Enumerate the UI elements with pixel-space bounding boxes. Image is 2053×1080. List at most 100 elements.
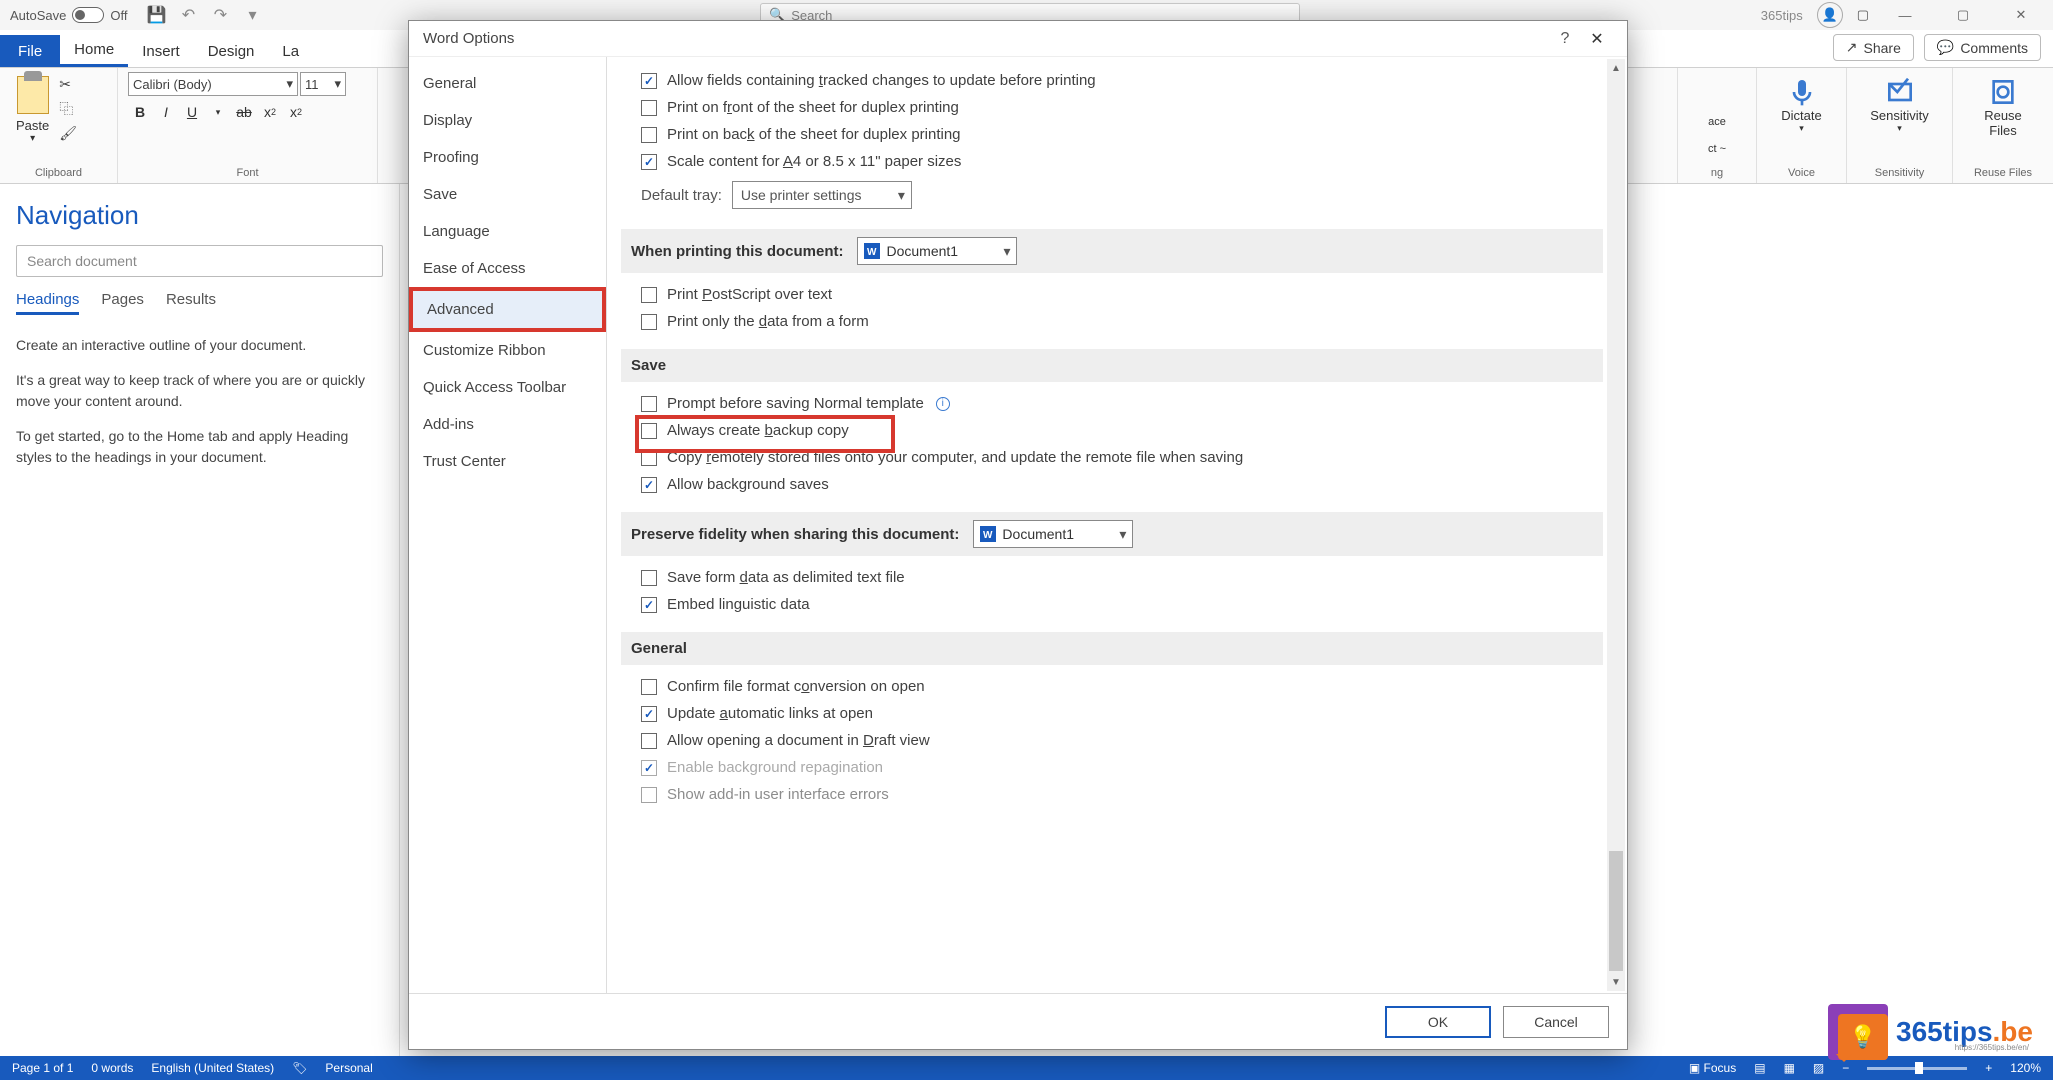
when-printing-doc-select[interactable]: W Document1 bbox=[857, 237, 1017, 265]
checkbox[interactable] bbox=[641, 100, 657, 116]
default-tray-select[interactable]: Use printer settings bbox=[732, 181, 912, 209]
opt-print-back[interactable]: Print on back of the sheet for duplex pr… bbox=[621, 121, 1603, 148]
opt-always-backup[interactable]: Always create backup copy bbox=[621, 417, 1603, 444]
checkbox[interactable] bbox=[641, 423, 657, 439]
nav-tab-results[interactable]: Results bbox=[166, 291, 216, 315]
preserve-doc-select[interactable]: W Document1 bbox=[973, 520, 1133, 548]
nav-proofing[interactable]: Proofing bbox=[409, 139, 606, 176]
share-button[interactable]: ↗Share bbox=[1833, 34, 1914, 61]
toggle-switch[interactable] bbox=[72, 7, 104, 23]
nav-advanced[interactable]: Advanced bbox=[409, 287, 606, 332]
opt-copy-remote[interactable]: Copy remotely stored files onto your com… bbox=[621, 444, 1603, 471]
chevron-down-icon[interactable]: ▾ bbox=[206, 100, 230, 124]
nav-language[interactable]: Language bbox=[409, 213, 606, 250]
checkbox[interactable] bbox=[641, 396, 657, 412]
checkbox[interactable] bbox=[641, 570, 657, 586]
bold-button[interactable]: B bbox=[128, 100, 152, 124]
account-avatar-icon[interactable]: 👤 bbox=[1817, 2, 1843, 28]
opt-background-saves[interactable]: Allow background saves bbox=[621, 471, 1603, 498]
nav-save[interactable]: Save bbox=[409, 176, 606, 213]
opt-confirm-conversion[interactable]: Confirm file format conversion on open bbox=[621, 673, 1603, 700]
nav-trust-center[interactable]: Trust Center bbox=[409, 443, 606, 480]
font-name-select[interactable]: Calibri (Body)▾ bbox=[128, 72, 298, 96]
opt-update-auto-links[interactable]: Update automatic links at open bbox=[621, 700, 1603, 727]
opt-prompt-normal[interactable]: Prompt before saving Normal templatei bbox=[621, 390, 1603, 417]
comments-button[interactable]: 💬Comments bbox=[1924, 34, 2041, 61]
replace-button[interactable]: acect ~ bbox=[1688, 72, 1746, 159]
redo-icon[interactable]: ↷ bbox=[211, 6, 229, 24]
help-button[interactable]: ? bbox=[1549, 30, 1581, 48]
zoom-level[interactable]: 120% bbox=[2010, 1061, 2041, 1075]
focus-button[interactable]: ▣ Focus bbox=[1689, 1061, 1736, 1075]
autosave-toggle[interactable]: AutoSave Off bbox=[10, 7, 127, 23]
nav-quick-access-toolbar[interactable]: Quick Access Toolbar bbox=[409, 369, 606, 406]
ok-button[interactable]: OK bbox=[1385, 1006, 1491, 1038]
tab-insert[interactable]: Insert bbox=[128, 35, 194, 67]
paste-button[interactable]: Paste ▾ bbox=[10, 72, 55, 148]
scroll-up-icon[interactable]: ▲ bbox=[1607, 59, 1625, 77]
opt-draft-view[interactable]: Allow opening a document in Draft view bbox=[621, 727, 1603, 754]
ribbon-mode-icon[interactable]: ▢ bbox=[1857, 7, 1869, 23]
scroll-down-icon[interactable]: ▼ bbox=[1607, 973, 1625, 991]
language-status[interactable]: English (United States) bbox=[151, 1061, 274, 1075]
format-painter-icon[interactable]: 🖌 bbox=[59, 125, 77, 142]
word-count[interactable]: 0 words bbox=[91, 1061, 133, 1075]
scroll-thumb[interactable] bbox=[1609, 851, 1623, 971]
opt-allow-tracked-fields[interactable]: Allow fields containing tracked changes … bbox=[621, 67, 1603, 94]
opt-embed-linguistic[interactable]: Embed linguistic data bbox=[621, 591, 1603, 618]
minimize-button[interactable]: — bbox=[1883, 1, 1927, 29]
checkbox[interactable] bbox=[641, 706, 657, 722]
checkbox[interactable] bbox=[641, 477, 657, 493]
tab-home[interactable]: Home bbox=[60, 35, 128, 67]
superscript-button[interactable]: x2 bbox=[284, 100, 308, 124]
checkbox[interactable] bbox=[641, 127, 657, 143]
scrollbar[interactable]: ▲ ▼ bbox=[1607, 59, 1625, 991]
checkbox[interactable] bbox=[641, 450, 657, 466]
account-label[interactable]: 365tips bbox=[1761, 8, 1803, 23]
checkbox[interactable] bbox=[641, 787, 657, 803]
checkbox[interactable] bbox=[641, 73, 657, 89]
checkbox[interactable] bbox=[641, 154, 657, 170]
underline-button[interactable]: U bbox=[180, 100, 204, 124]
dictate-button[interactable]: Dictate ▾ bbox=[1767, 72, 1836, 138]
close-button[interactable]: ✕ bbox=[1999, 1, 2043, 29]
checkbox[interactable] bbox=[641, 679, 657, 695]
page-status[interactable]: Page 1 of 1 bbox=[12, 1061, 73, 1075]
undo-icon[interactable]: ↶ bbox=[179, 6, 197, 24]
opt-addin-errors[interactable]: Show add-in user interface errors bbox=[621, 781, 1603, 808]
maximize-button[interactable]: ▢ bbox=[1941, 1, 1985, 29]
cut-icon[interactable]: ✂ bbox=[59, 76, 77, 93]
nav-general[interactable]: General bbox=[409, 65, 606, 102]
info-icon[interactable]: i bbox=[936, 397, 950, 411]
save-icon[interactable]: 💾 bbox=[147, 6, 165, 24]
copy-icon[interactable]: ⿻ bbox=[59, 99, 77, 119]
navigation-search-input[interactable]: Search document bbox=[16, 245, 383, 277]
checkbox[interactable] bbox=[641, 287, 657, 303]
read-mode-icon[interactable]: ▤ bbox=[1754, 1061, 1765, 1075]
checkbox[interactable] bbox=[641, 733, 657, 749]
zoom-in-button[interactable]: + bbox=[1985, 1061, 1992, 1075]
sensitivity-status[interactable]: Personal bbox=[325, 1061, 372, 1075]
reuse-files-button[interactable]: Reuse Files bbox=[1963, 72, 2043, 142]
subscript-button[interactable]: x2 bbox=[258, 100, 282, 124]
opt-save-form-data[interactable]: Save form data as delimited text file bbox=[621, 564, 1603, 591]
close-button[interactable]: ✕ bbox=[1581, 29, 1613, 49]
file-tab[interactable]: File bbox=[0, 35, 60, 67]
sensitivity-button[interactable]: Sensitivity ▾ bbox=[1857, 72, 1942, 138]
nav-add-ins[interactable]: Add-ins bbox=[409, 406, 606, 443]
opt-print-front[interactable]: Print on front of the sheet for duplex p… bbox=[621, 94, 1603, 121]
print-layout-icon[interactable]: ▦ bbox=[1784, 1061, 1795, 1075]
opt-postscript[interactable]: Print PostScript over text bbox=[621, 281, 1603, 308]
nav-tab-pages[interactable]: Pages bbox=[101, 291, 144, 315]
strikethrough-button[interactable]: ab bbox=[232, 100, 256, 124]
nav-display[interactable]: Display bbox=[409, 102, 606, 139]
nav-tab-headings[interactable]: Headings bbox=[16, 291, 79, 315]
checkbox[interactable] bbox=[641, 314, 657, 330]
italic-button[interactable]: I bbox=[154, 100, 178, 124]
font-size-select[interactable]: 11▾ bbox=[300, 72, 346, 96]
qat-dropdown-icon[interactable]: ▾ bbox=[243, 6, 261, 24]
opt-print-data-only[interactable]: Print only the data from a form bbox=[621, 308, 1603, 335]
tab-design[interactable]: Design bbox=[194, 35, 269, 67]
opt-scale-a4[interactable]: Scale content for A4 or 8.5 x 11" paper … bbox=[621, 148, 1603, 175]
tab-layout-cut[interactable]: La bbox=[268, 35, 313, 67]
